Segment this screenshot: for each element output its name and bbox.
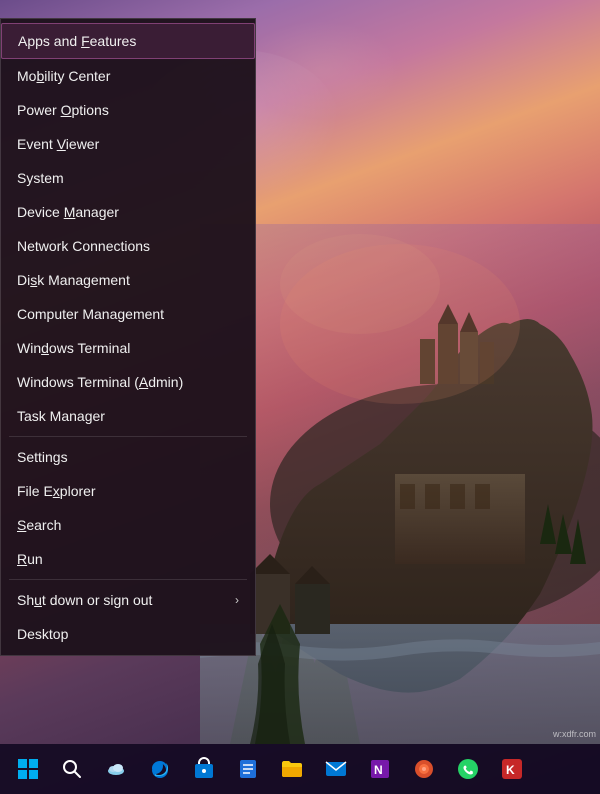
taskbar-explorer-button[interactable]: [272, 749, 312, 789]
menu-item-label: Windows Terminal (Admin): [17, 374, 183, 390]
store-icon: [192, 757, 216, 781]
menu-item-disk-management[interactable]: Disk Management: [1, 263, 255, 297]
menu-item-label: Mobility Center: [17, 68, 110, 84]
menu-item-label: Computer Management: [17, 306, 164, 322]
taskbar-weather-button[interactable]: [96, 749, 136, 789]
taskbar-mail-button[interactable]: [316, 749, 356, 789]
menu-item-network-connections[interactable]: Network Connections: [1, 229, 255, 263]
edge-icon: [148, 757, 172, 781]
cloud-icon: [104, 757, 128, 781]
menu-item-label: Run: [17, 551, 43, 567]
menu-item-label: Task Manager: [17, 408, 105, 424]
folder-icon: [280, 757, 304, 781]
menu-item-file-explorer[interactable]: File Explorer: [1, 474, 255, 508]
menu-item-label: Network Connections: [17, 238, 150, 254]
menu-item-label: Shut down or sign out: [17, 592, 152, 608]
menu-item-search[interactable]: Search: [1, 508, 255, 542]
menu-item-run[interactable]: Run: [1, 542, 255, 576]
menu-item-windows-terminal-admin[interactable]: Windows Terminal (Admin): [1, 365, 255, 399]
sky-cloud-2: [240, 20, 400, 120]
todo-icon: [236, 757, 260, 781]
foreground-vegetation: [250, 544, 310, 744]
menu-item-shut-down[interactable]: Shut down or sign out ›: [1, 583, 255, 617]
menu-item-task-manager[interactable]: Task Manager: [1, 399, 255, 433]
menu-item-power-options[interactable]: Power Options: [1, 93, 255, 127]
menu-item-label: Windows Terminal: [17, 340, 130, 356]
menu-item-label: Apps and Features: [18, 33, 136, 49]
context-menu: Apps and Features Mobility Center Power …: [0, 18, 256, 656]
menu-item-windows-terminal[interactable]: Windows Terminal: [1, 331, 255, 365]
menu-item-mobility-center[interactable]: Mobility Center: [1, 59, 255, 93]
windows-logo-icon: [16, 757, 40, 781]
menu-item-system[interactable]: System: [1, 161, 255, 195]
svg-text:N: N: [374, 763, 383, 777]
taskbar-search-button[interactable]: [52, 749, 92, 789]
menu-item-label: Power Options: [17, 102, 109, 118]
search-icon: [60, 757, 84, 781]
menu-item-label: System: [17, 170, 64, 186]
mail-icon: [324, 757, 348, 781]
menu-item-desktop[interactable]: Desktop: [1, 617, 255, 651]
menu-item-label: Desktop: [17, 626, 68, 642]
menu-item-label: File Explorer: [17, 483, 96, 499]
menu-item-label: Search: [17, 517, 61, 533]
taskbar-edge-button[interactable]: [140, 749, 180, 789]
taskbar-store-button[interactable]: [184, 749, 224, 789]
taskbar-whatsapp-button[interactable]: [448, 749, 488, 789]
menu-separator-1: [9, 436, 247, 437]
whatsapp-icon: [456, 757, 480, 781]
taskbar-todo-button[interactable]: [228, 749, 268, 789]
taskbar-extra-button[interactable]: K: [492, 749, 532, 789]
menu-item-label: Disk Management: [17, 272, 130, 288]
menu-separator-2: [9, 579, 247, 580]
menu-item-computer-management[interactable]: Computer Management: [1, 297, 255, 331]
watermark: w:xdfr.com: [553, 729, 596, 739]
taskbar: N K: [0, 744, 600, 794]
onenote-icon: N: [368, 757, 392, 781]
taskbar-onenote-button[interactable]: N: [360, 749, 400, 789]
menu-item-apps-features[interactable]: Apps and Features: [1, 23, 255, 59]
submenu-chevron-icon: ›: [235, 593, 239, 607]
svg-text:K: K: [506, 763, 515, 777]
menu-item-label: Event Viewer: [17, 136, 99, 152]
menu-item-device-manager[interactable]: Device Manager: [1, 195, 255, 229]
taskbar-office-button[interactable]: [404, 749, 444, 789]
extra-app-icon: K: [500, 757, 524, 781]
menu-item-label: Device Manager: [17, 204, 119, 220]
menu-item-label: Settings: [17, 449, 68, 465]
menu-item-event-viewer[interactable]: Event Viewer: [1, 127, 255, 161]
start-button[interactable]: [8, 749, 48, 789]
office-icon: [412, 757, 436, 781]
menu-item-settings[interactable]: Settings: [1, 440, 255, 474]
